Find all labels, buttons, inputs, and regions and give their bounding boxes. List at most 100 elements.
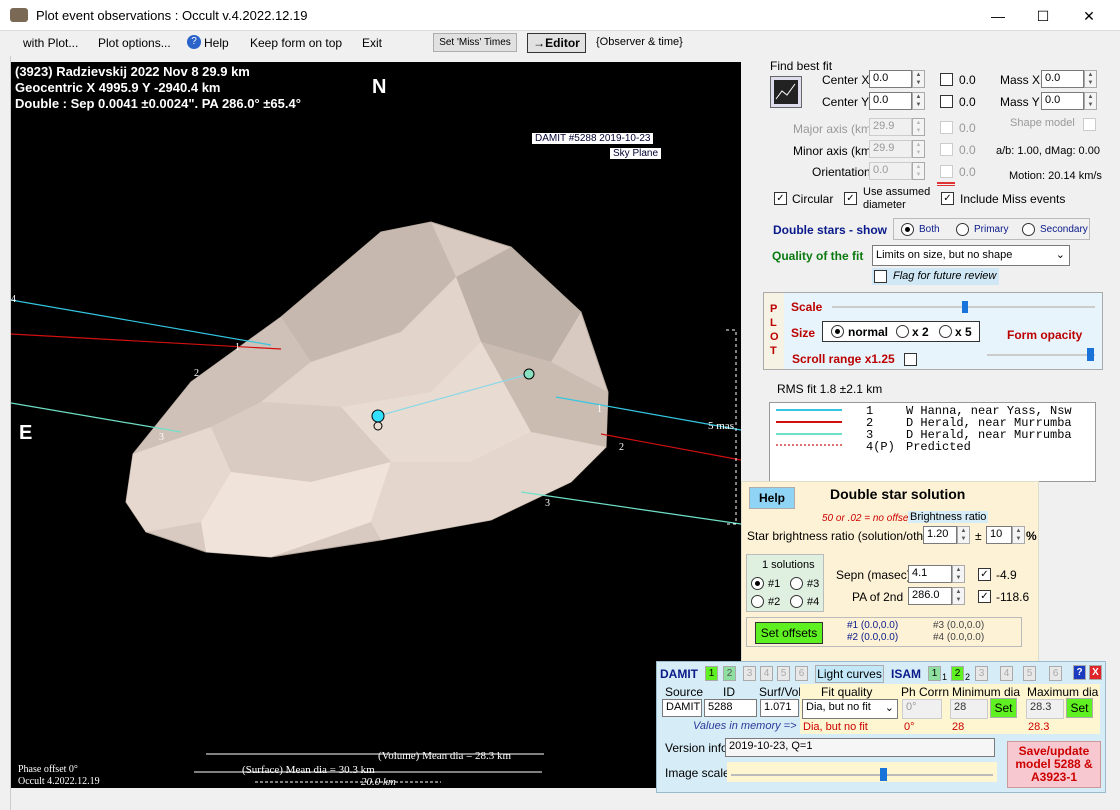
damit-model-2-button[interactable]: 2 xyxy=(723,666,736,681)
double-star-help-button[interactable]: Help xyxy=(749,487,795,509)
brightness-ratio-spinner[interactable]: ▲ ▼ xyxy=(957,526,970,544)
light-curves-button[interactable]: Light curves xyxy=(815,665,884,683)
set-miss-times-button[interactable]: Set 'Miss' Times xyxy=(433,33,517,52)
ph-corrn-field[interactable]: 0° xyxy=(902,699,942,719)
isam-label: ISAM xyxy=(891,667,921,681)
isam-model-6-button[interactable]: 6 xyxy=(1049,666,1062,681)
sepn-spinner[interactable]: ▲ ▼ xyxy=(952,565,965,583)
size-normal-label: normal xyxy=(848,325,889,339)
mass-x-input[interactable]: 0.0 xyxy=(1041,70,1084,88)
minor-axis-input[interactable]: 29.9 xyxy=(869,140,912,158)
damit-model-5-button[interactable]: 5 xyxy=(777,666,790,681)
scroll-range-checkbox[interactable] xyxy=(904,353,917,366)
menu-exit[interactable]: Exit xyxy=(362,36,382,50)
sepn-input[interactable]: 4.1 xyxy=(908,565,952,583)
isam-model-4-button[interactable]: 4 xyxy=(1000,666,1013,681)
center-x-input[interactable]: 0.0 xyxy=(869,70,912,88)
ph-corrn-header: Ph Corrn xyxy=(901,685,950,699)
include-miss-checkbox[interactable]: ✓ xyxy=(941,192,954,205)
min-dia-field[interactable]: 28 xyxy=(950,699,988,719)
mass-y-input[interactable]: 0.0 xyxy=(1041,92,1084,110)
chord-3-east xyxy=(520,491,741,525)
image-scale-slider-thumb[interactable] xyxy=(880,768,887,781)
isam-model-3-button[interactable]: 3 xyxy=(975,666,988,681)
size-normal-radio[interactable] xyxy=(831,325,844,338)
major-axis-checkbox[interactable] xyxy=(940,121,953,134)
solution-2-radio[interactable] xyxy=(751,595,764,608)
minor-axis-checkbox[interactable] xyxy=(940,143,953,156)
editor-button[interactable]: →Editor xyxy=(527,33,586,53)
plot-area[interactable]: (3923) Radzievskij 2022 Nov 8 29.9 km Ge… xyxy=(11,62,741,788)
solution-4-radio[interactable] xyxy=(790,595,803,608)
form-opacity-slider[interactable] xyxy=(987,348,1095,362)
shape-model-checkbox[interactable] xyxy=(1083,118,1096,131)
scale-slider[interactable] xyxy=(832,301,1095,313)
damit-model-label: DAMIT #5288 2019-10-23 xyxy=(531,132,655,145)
set-max-dia-button[interactable]: Set xyxy=(1066,698,1093,718)
flag-review-checkbox[interactable] xyxy=(874,270,887,283)
surf-vol-field[interactable]: 1.071 xyxy=(760,699,799,717)
circular-checkbox[interactable]: ✓ xyxy=(774,192,787,205)
source-field[interactable]: DAMIT xyxy=(662,699,702,717)
image-scale-slider[interactable] xyxy=(727,762,997,782)
fit-quality-select[interactable]: Dia, but no fit ⌄ xyxy=(802,699,898,719)
minor-axis-spinner[interactable]: ▲ ▼ xyxy=(912,140,925,158)
solution-3-radio[interactable] xyxy=(790,577,803,590)
set-min-dia-button[interactable]: Set xyxy=(990,698,1017,718)
id-field[interactable]: 5288 xyxy=(704,699,757,717)
close-icon[interactable]: X xyxy=(1089,665,1102,680)
isam-model-1-button[interactable]: 1 xyxy=(928,666,941,681)
isam-model-5-button[interactable]: 5 xyxy=(1023,666,1036,681)
find-best-fit-button[interactable] xyxy=(770,76,802,108)
orientation-input[interactable]: 0.0 xyxy=(869,162,912,180)
minimize-button[interactable]: — xyxy=(988,6,1008,26)
brightness-tolerance-input[interactable]: 10 xyxy=(986,526,1012,544)
center-y-input[interactable]: 0.0 xyxy=(869,92,912,110)
orientation-checkbox[interactable] xyxy=(940,165,953,178)
help-icon[interactable]: ? xyxy=(187,35,201,49)
use-assumed-checkbox[interactable]: ✓ xyxy=(844,192,857,205)
set-offsets-button[interactable]: Set offsets xyxy=(755,622,823,644)
size-x2-radio[interactable] xyxy=(896,325,909,338)
brightness-tolerance-spinner[interactable]: ▲ ▼ xyxy=(1012,526,1025,544)
damit-model-1-button[interactable]: 1 xyxy=(705,666,718,681)
isam-model-2-button[interactable]: 2 xyxy=(951,666,964,681)
center-y-checkbox[interactable] xyxy=(940,95,953,108)
orientation-spinner[interactable]: ▲ ▼ xyxy=(912,162,925,180)
menu-keep-on-top[interactable]: Keep form on top xyxy=(250,36,342,50)
version-info-label: Version info xyxy=(665,741,728,755)
maximize-button[interactable]: ☐ xyxy=(1033,6,1053,26)
close-button[interactable]: ✕ xyxy=(1079,6,1099,26)
center-x-spinner[interactable]: ▲ ▼ xyxy=(912,70,925,88)
menu-help[interactable]: Help xyxy=(204,36,229,50)
both-radio[interactable] xyxy=(901,223,914,236)
center-x-checkbox[interactable] xyxy=(940,73,953,86)
pa-spinner[interactable]: ▲ ▼ xyxy=(952,587,965,605)
major-axis-input[interactable]: 29.9 xyxy=(869,118,912,136)
menu-with-plot[interactable]: with Plot... xyxy=(23,36,78,50)
max-dia-field[interactable]: 28.3 xyxy=(1026,699,1064,719)
damit-model-3-button[interactable]: 3 xyxy=(743,666,756,681)
pa-checkbox[interactable]: ✓ xyxy=(978,590,991,603)
save-update-model-button[interactable]: Save/update model 5288 & A3923-1 xyxy=(1007,741,1101,788)
solution-1-radio[interactable] xyxy=(751,577,764,590)
menu-plot-options[interactable]: Plot options... xyxy=(98,36,171,50)
scale-slider-thumb[interactable] xyxy=(962,301,968,313)
help-icon[interactable]: ? xyxy=(1073,665,1086,680)
damit-model-6-button[interactable]: 6 xyxy=(795,666,808,681)
major-axis-spinner[interactable]: ▲ ▼ xyxy=(912,118,925,136)
sepn-checkbox[interactable]: ✓ xyxy=(978,568,991,581)
pa-input[interactable]: 286.0 xyxy=(908,587,952,605)
damit-model-4-button[interactable]: 4 xyxy=(760,666,773,681)
quality-of-fit-select[interactable]: Limits on size, but no shape ⌄ xyxy=(872,245,1070,266)
mass-x-spinner[interactable]: ▲ ▼ xyxy=(1084,70,1097,88)
form-opacity-slider-thumb[interactable] xyxy=(1087,348,1094,361)
phase-offset-label: Phase offset 0° xyxy=(18,764,78,775)
secondary-radio[interactable] xyxy=(1022,223,1035,236)
brightness-ratio-input[interactable]: 1.20 xyxy=(923,526,957,544)
version-info-field[interactable]: 2019-10-23, Q=1 xyxy=(725,738,995,757)
mass-y-spinner[interactable]: ▲ ▼ xyxy=(1084,92,1097,110)
size-x5-radio[interactable] xyxy=(939,325,952,338)
center-y-spinner[interactable]: ▲ ▼ xyxy=(912,92,925,110)
primary-radio[interactable] xyxy=(956,223,969,236)
